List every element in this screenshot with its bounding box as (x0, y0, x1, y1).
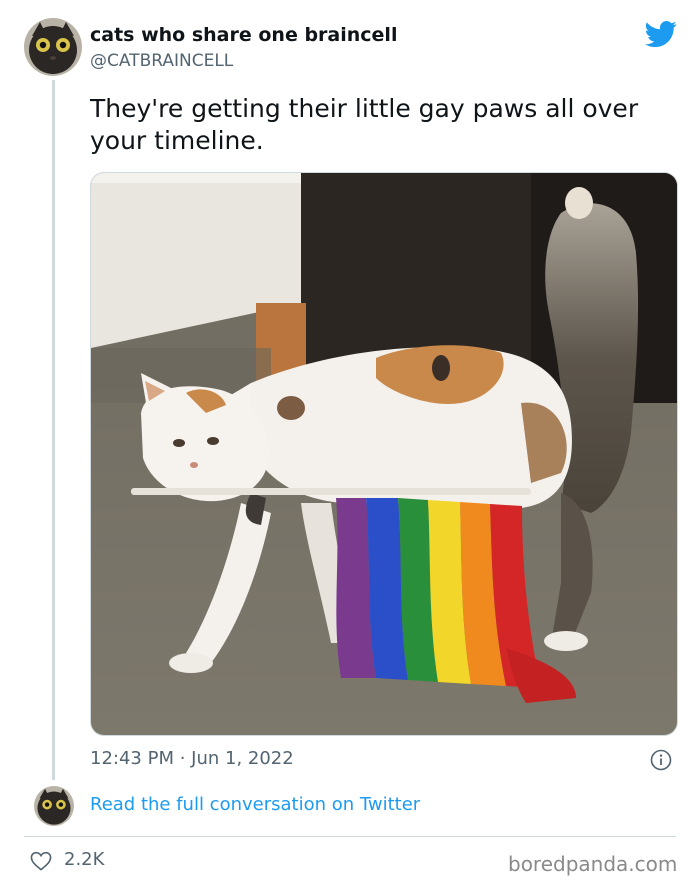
tweet-text: They're getting their little gay paws al… (90, 94, 639, 155)
author-avatar-small[interactable] (34, 786, 74, 826)
divider (24, 836, 676, 837)
heart-icon[interactable] (30, 851, 52, 871)
author-display-name[interactable]: cats who share one braincell (90, 24, 397, 46)
author-handle[interactable]: @CATBRAINCELL (90, 51, 233, 71)
author-avatar[interactable] (24, 18, 82, 76)
tweet-photo[interactable] (90, 172, 678, 736)
twitter-bird-icon[interactable] (645, 18, 677, 50)
tweet-timestamp[interactable]: 12:43 PM · Jun 1, 2022 (90, 748, 294, 770)
thread-line (52, 80, 55, 780)
read-conversation-link[interactable]: Read the full conversation on Twitter (90, 794, 420, 816)
info-icon[interactable] (650, 749, 672, 771)
like-count: 2.2K (64, 849, 105, 870)
watermark: boredpanda.com (508, 852, 678, 876)
